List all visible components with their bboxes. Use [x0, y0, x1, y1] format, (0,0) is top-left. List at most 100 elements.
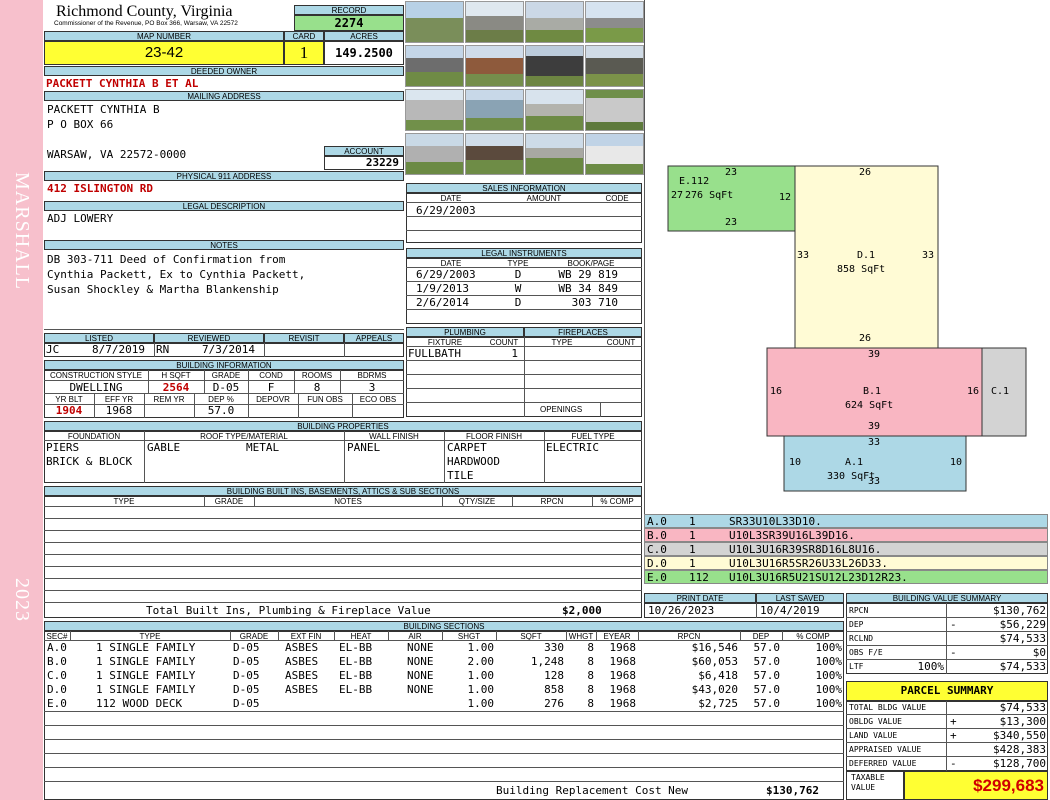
legend-path: U10L3U16R5SR26U33L26D33. [729, 557, 888, 570]
sketch-dim: 39 [868, 349, 881, 360]
summary-label: APPRAISED VALUE [849, 745, 922, 754]
card-number: 1 [284, 41, 324, 65]
summary-sign: + [950, 715, 957, 728]
row-line [44, 767, 844, 768]
card-label: CARD [284, 31, 324, 41]
sales-col-amount: AMOUNT [526, 194, 562, 203]
col-line [740, 631, 741, 641]
section-cell: D-05 [233, 697, 260, 710]
col-line [70, 631, 71, 641]
physical-address: 412 ISLINGTON RD [47, 182, 153, 195]
fuel-type: ELECTRIC [546, 441, 599, 454]
sketch-dim: 33 [868, 437, 881, 448]
section-cell: 57.0 [753, 697, 781, 710]
listed-by: JC [46, 343, 60, 356]
summary-label: DEFERRED VALUE [849, 759, 917, 768]
col-line [352, 394, 353, 418]
sketch-dim: 10 [789, 457, 802, 468]
property-photo[interactable] [525, 133, 584, 175]
legend-path: SR33U10L33D10. [729, 515, 822, 528]
col-line [566, 631, 567, 641]
property-photo[interactable] [405, 45, 464, 87]
bvs-label: OBS F/E [849, 648, 883, 657]
section-cell: 1.00 [467, 669, 495, 682]
county-title: Richmond County, Virginia [56, 3, 233, 20]
foundation-value: PIERS [46, 441, 80, 454]
property-photo[interactable] [465, 45, 524, 87]
legend-path: U10L3U16R5U21SU12L23D12R23. [729, 571, 908, 584]
building-info-value: 57.0 [207, 404, 235, 417]
section-cell: D-05 [233, 683, 260, 696]
sketch-dim: 33 [868, 476, 881, 487]
instrument-book: WB 34 849 [558, 282, 618, 295]
sale-date: 6/29/2003 [416, 204, 476, 217]
property-photo[interactable] [465, 133, 524, 175]
col-line [144, 394, 145, 418]
bvs-pct: 100% [917, 660, 945, 673]
sketch-dim: 26 [859, 167, 872, 178]
building-info-value: 1968 [105, 404, 133, 417]
sketch-area-label: 858 SqFt [837, 264, 886, 275]
property-photo[interactable] [525, 45, 584, 87]
bvs-label: DEP [849, 620, 864, 629]
replacement-cost: $130,762 [766, 784, 819, 797]
building-sketch: E.112 276 SqFt D.1 858 SqFt B.1 624 SqFt… [644, 0, 1050, 514]
acres-label: ACRES [324, 31, 404, 41]
deeded-owner-label: DEEDED OWNER [44, 66, 404, 76]
legend-count: 1 [689, 557, 696, 570]
section-cell: $43,020 [691, 683, 738, 696]
property-photo[interactable] [405, 89, 464, 131]
sketch-dim: 39 [868, 421, 881, 432]
section-cell: 128 [544, 669, 564, 682]
foundation-value: BRICK & BLOCK [46, 455, 133, 468]
sketch-label: D.1 [857, 250, 876, 261]
summary-value: $74,533 [999, 701, 1046, 714]
section-cell: 8 [587, 669, 594, 682]
property-photo[interactable] [465, 1, 524, 43]
reviewed-by: RN [156, 343, 170, 356]
section-cell: 8 [587, 655, 594, 668]
row-line [44, 566, 642, 567]
col-line [254, 496, 255, 506]
floor-finish: CARPET [447, 441, 487, 454]
section-cell: 1968 [609, 669, 637, 682]
property-photo[interactable] [405, 1, 464, 43]
section-cell: 1968 [609, 655, 637, 668]
tax-year: 2023 [11, 578, 33, 622]
sketch-legend-row: C.0 1 U10L3U16R39SR8D16L8U16. [644, 542, 1048, 556]
property-photo[interactable] [585, 45, 644, 87]
section-cell: 1.00 [467, 641, 495, 654]
section-cell: $6,418 [698, 669, 738, 682]
section-cell: EL-BB [339, 641, 373, 654]
section-cell: D-05 [233, 655, 260, 668]
sketch-legend-row: B.0 1 U10L3SR39U16L39D16. [644, 528, 1048, 542]
legal-description: ADJ LOWERY [47, 212, 114, 225]
property-photo[interactable] [525, 89, 584, 131]
sketch-svg [667, 165, 1027, 492]
bvs-label: RPCN [849, 606, 869, 615]
legend-count: 1 [689, 543, 696, 556]
record-number: 2274 [294, 15, 404, 31]
property-photo[interactable] [465, 89, 524, 131]
section-cell: 57.0 [753, 655, 781, 668]
wall-finish: PANEL [347, 441, 381, 454]
roof-material: METAL [246, 441, 280, 454]
section-cell: 1 SINGLE FAMILY [96, 655, 196, 668]
sketch-legend-row: E.0 112 U10L3U16R5U21SU12L23D12R23. [644, 570, 1048, 584]
property-photo[interactable] [585, 133, 644, 175]
property-photo[interactable] [525, 1, 584, 43]
taxable-label: TAXABLE VALUE [851, 773, 885, 792]
sketch-dim: 16 [967, 386, 980, 397]
section-cell: B.0 [47, 655, 67, 668]
section-cell: ASBES [285, 655, 319, 668]
listed-label: LISTED [44, 333, 154, 343]
bvs-value: $0 [1032, 646, 1046, 659]
reviewed-date: 7/3/2014 [202, 343, 255, 356]
property-photo[interactable] [585, 1, 644, 43]
row-line [44, 554, 642, 555]
property-photo[interactable] [405, 133, 464, 175]
col-line [946, 701, 947, 771]
property-photo[interactable] [585, 89, 644, 131]
section-cell: C.0 [47, 669, 67, 682]
sketch-dim: 12 [779, 192, 792, 203]
